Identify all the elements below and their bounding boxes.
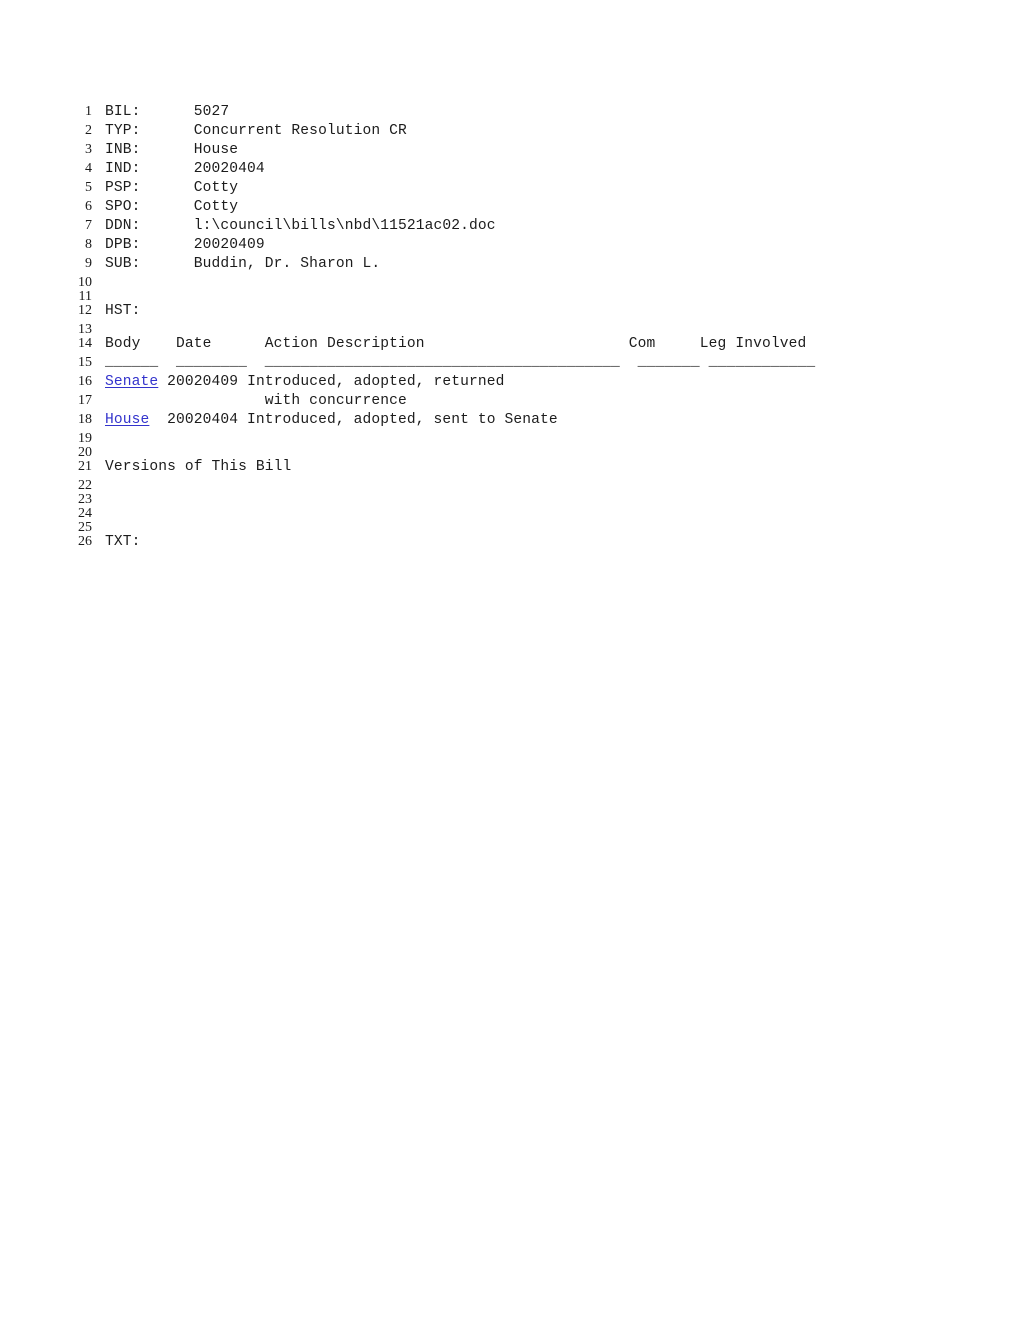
line-number: 8 bbox=[85, 237, 92, 252]
code-line-blank: 24 bbox=[0, 507, 1020, 521]
field-spo: SPO: Cotty bbox=[105, 199, 239, 215]
line-number: 2 bbox=[85, 123, 92, 138]
document-page: 1 BIL: 5027 2 TYP: Concurrent Resolution… bbox=[0, 0, 1020, 1320]
code-line-blank: 22 bbox=[0, 479, 1020, 493]
field-sub: SUB: Buddin, Dr. Sharon L. bbox=[105, 256, 381, 272]
house-date: 20020404 bbox=[149, 412, 248, 428]
line-number: 14 bbox=[78, 336, 92, 351]
field-bil: BIL: 5027 bbox=[105, 104, 230, 120]
field-ddn: DDN: l:\council\bills\nbd\11521ac02.doc bbox=[105, 218, 496, 234]
line-number: 4 bbox=[85, 161, 92, 176]
history-row-senate: Senate 20020409 Introduced, adopted, ret… bbox=[92, 375, 505, 390]
code-line: 7 DDN: l:\council\bills\nbd\11521ac02.do… bbox=[0, 219, 1020, 238]
table-row-continuation: 17 with concurrence bbox=[0, 394, 1020, 413]
line-number: 1 bbox=[85, 104, 92, 119]
code-line-blank: 13 bbox=[0, 323, 1020, 337]
line-number: 9 bbox=[85, 256, 92, 271]
field-psp: PSP: Cotty bbox=[105, 180, 239, 196]
text-label: TXT: bbox=[105, 534, 141, 550]
code-line: 1 BIL: 5027 bbox=[0, 105, 1020, 124]
line-number: 11 bbox=[78, 289, 92, 304]
line-number: 21 bbox=[78, 459, 92, 474]
line-number: 6 bbox=[85, 199, 92, 214]
house-action: Introduced, adopted, sent to Senate bbox=[247, 412, 558, 428]
line-number: 23 bbox=[78, 492, 92, 507]
table-row: 18 House 20020404 Introduced, adopted, s… bbox=[0, 413, 1020, 432]
code-line-blank: 25 bbox=[0, 521, 1020, 535]
line-number: 13 bbox=[78, 322, 92, 337]
history-row-house: House 20020404 Introduced, adopted, sent… bbox=[92, 413, 558, 428]
code-line: 4 IND: 20020404 bbox=[0, 162, 1020, 181]
code-line-blank: 20 bbox=[0, 446, 1020, 460]
line-number: 16 bbox=[78, 374, 92, 389]
field-inb: INB: House bbox=[105, 142, 239, 158]
code-line: 9 SUB: Buddin, Dr. Sharon L. bbox=[0, 257, 1020, 276]
line-number: 26 bbox=[78, 534, 92, 549]
line-number: 25 bbox=[78, 520, 92, 535]
code-line: 26 TXT: bbox=[0, 535, 1020, 554]
history-separator-row: ______ ________ ________________________… bbox=[105, 354, 816, 370]
code-line: 3 INB: House bbox=[0, 143, 1020, 162]
table-row: 16 Senate 20020409 Introduced, adopted, … bbox=[0, 375, 1020, 394]
code-line-blank: 10 bbox=[0, 276, 1020, 290]
line-number: 3 bbox=[85, 142, 92, 157]
line-number: 10 bbox=[78, 275, 92, 290]
senate-action: Introduced, adopted, returned bbox=[247, 374, 505, 390]
code-line: 2 TYP: Concurrent Resolution CR bbox=[0, 124, 1020, 143]
code-line-blank: 19 bbox=[0, 432, 1020, 446]
house-body-link[interactable]: House bbox=[105, 412, 149, 428]
line-number: 24 bbox=[78, 506, 92, 521]
code-line: 6 SPO: Cotty bbox=[0, 200, 1020, 219]
line-number: 12 bbox=[78, 303, 92, 318]
code-line: 21 Versions of This Bill bbox=[0, 460, 1020, 479]
history-label: HST: bbox=[105, 303, 141, 319]
history-header-row: Body Date Action Description Com Leg Inv… bbox=[105, 336, 807, 352]
senate-action-continued: with concurrence bbox=[105, 393, 407, 409]
bill-record-listing: 1 BIL: 5027 2 TYP: Concurrent Resolution… bbox=[0, 105, 1020, 554]
field-ind: IND: 20020404 bbox=[105, 161, 265, 177]
code-line-blank: 23 bbox=[0, 493, 1020, 507]
line-number: 20 bbox=[78, 445, 92, 460]
line-number: 17 bbox=[78, 393, 92, 408]
field-dpb: DPB: 20020409 bbox=[105, 237, 265, 253]
line-number: 18 bbox=[78, 412, 92, 427]
code-line: 8 DPB: 20020409 bbox=[0, 238, 1020, 257]
senate-date: 20020409 bbox=[158, 374, 248, 390]
line-number: 7 bbox=[85, 218, 92, 233]
line-number: 19 bbox=[78, 431, 92, 446]
senate-body-link[interactable]: Senate bbox=[105, 374, 158, 390]
code-line: 5 PSP: Cotty bbox=[0, 181, 1020, 200]
field-typ: TYP: Concurrent Resolution CR bbox=[105, 123, 407, 139]
line-number: 5 bbox=[85, 180, 92, 195]
code-line-blank: 11 bbox=[0, 290, 1020, 304]
line-number: 15 bbox=[78, 355, 92, 370]
history-table-separator: 15 ______ ________ _____________________… bbox=[0, 354, 1020, 375]
line-number: 22 bbox=[78, 478, 92, 493]
versions-heading: Versions of This Bill bbox=[105, 459, 292, 475]
code-line: 12 HST: bbox=[0, 304, 1020, 323]
